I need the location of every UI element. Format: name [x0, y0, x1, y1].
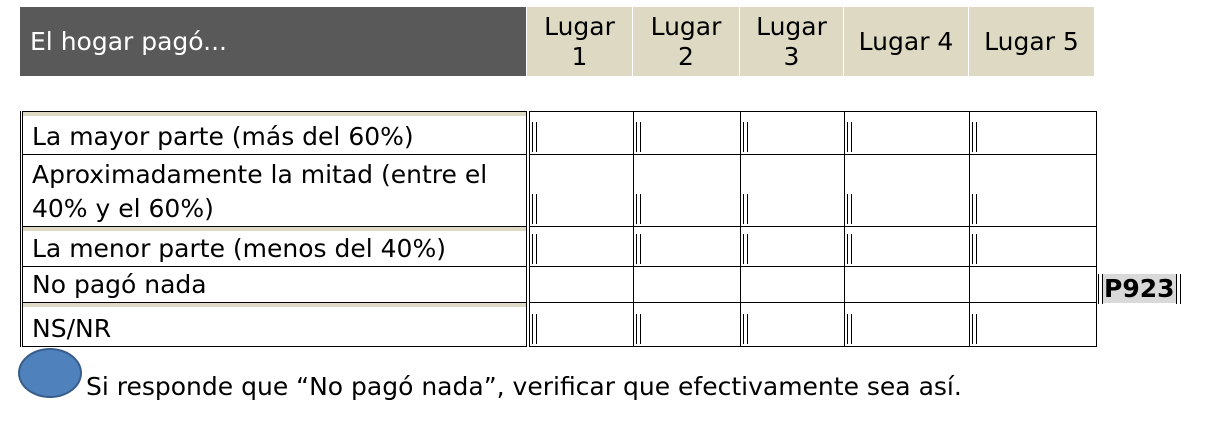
answer-cell[interactable]: [633, 154, 741, 227]
response-table: La mayor parte (más del 60%) Aproximadam…: [20, 111, 1097, 347]
answer-cell[interactable]: [527, 266, 634, 303]
answer-cell[interactable]: [740, 266, 845, 303]
answer-cell[interactable]: [740, 302, 845, 347]
column-header-line: 3: [783, 41, 800, 71]
answer-cell[interactable]: [969, 302, 1097, 347]
column-header-lugar-2: Lugar 2: [632, 7, 739, 76]
answer-cell[interactable]: [844, 226, 970, 267]
table-row: NS/NR: [20, 302, 1097, 347]
column-header-line: Lugar: [756, 11, 827, 41]
note-bullet-icon: [18, 348, 82, 398]
row-label: No pagó nada: [20, 266, 530, 303]
answer-cell[interactable]: [633, 266, 741, 303]
answer-cell[interactable]: [527, 226, 634, 267]
table-row: No pagó nada: [20, 266, 1097, 303]
column-header-line: Lugar: [544, 11, 615, 41]
answer-cell[interactable]: [740, 154, 845, 227]
field-border: [1175, 273, 1181, 304]
answer-cell[interactable]: [969, 226, 1097, 267]
table-header-title: El hogar pagó...: [20, 7, 526, 76]
row-label-line: 40% y el 60%): [32, 194, 214, 223]
column-header-line: Lugar 5: [984, 26, 1079, 56]
skip-code: P923: [1103, 274, 1176, 303]
answer-cell[interactable]: [527, 154, 634, 227]
row-label: La menor parte (menos del 40%): [20, 226, 530, 267]
column-header-line: Lugar: [650, 11, 722, 41]
column-header-line: 2: [678, 41, 694, 71]
column-header-lugar-3: Lugar 3: [739, 7, 843, 76]
answer-cell[interactable]: [740, 111, 845, 155]
answer-cell[interactable]: [527, 302, 634, 347]
row-label-line: Aproximadamente la mitad (entre el: [32, 160, 488, 189]
answer-cell[interactable]: [633, 111, 741, 155]
column-header-lugar-5: Lugar 5: [968, 7, 1094, 76]
table-row: La mayor parte (más del 60%): [20, 111, 1097, 155]
answer-cell[interactable]: [969, 154, 1097, 227]
column-header-lugar-4: Lugar 4: [843, 7, 968, 76]
column-header-line: 1: [571, 41, 588, 71]
answer-cell[interactable]: [844, 302, 970, 347]
answer-cell[interactable]: [527, 111, 634, 155]
column-header-line: Lugar 4: [858, 26, 954, 56]
answer-cell[interactable]: [633, 226, 741, 267]
answer-cell[interactable]: [844, 266, 970, 303]
answer-cell[interactable]: [969, 266, 1097, 303]
answer-cell[interactable]: [633, 302, 741, 347]
row-label: La mayor parte (más del 60%): [20, 111, 530, 155]
answer-cell[interactable]: [844, 111, 970, 155]
table-row: La menor parte (menos del 40%): [20, 226, 1097, 267]
row-label: NS/NR: [20, 302, 530, 347]
table-row: Aproximadamente la mitad (entre el 40% y …: [20, 154, 1097, 227]
instruction-note: Si responde que “No pagó nada”, verifica…: [86, 372, 962, 401]
row-label: Aproximadamente la mitad (entre el 40% y …: [20, 154, 530, 227]
answer-cell[interactable]: [844, 154, 970, 227]
column-header-lugar-1: Lugar 1: [526, 7, 632, 76]
answer-cell[interactable]: [740, 226, 845, 267]
answer-cell[interactable]: [969, 111, 1097, 155]
skip-code-field: P923: [1098, 272, 1182, 305]
